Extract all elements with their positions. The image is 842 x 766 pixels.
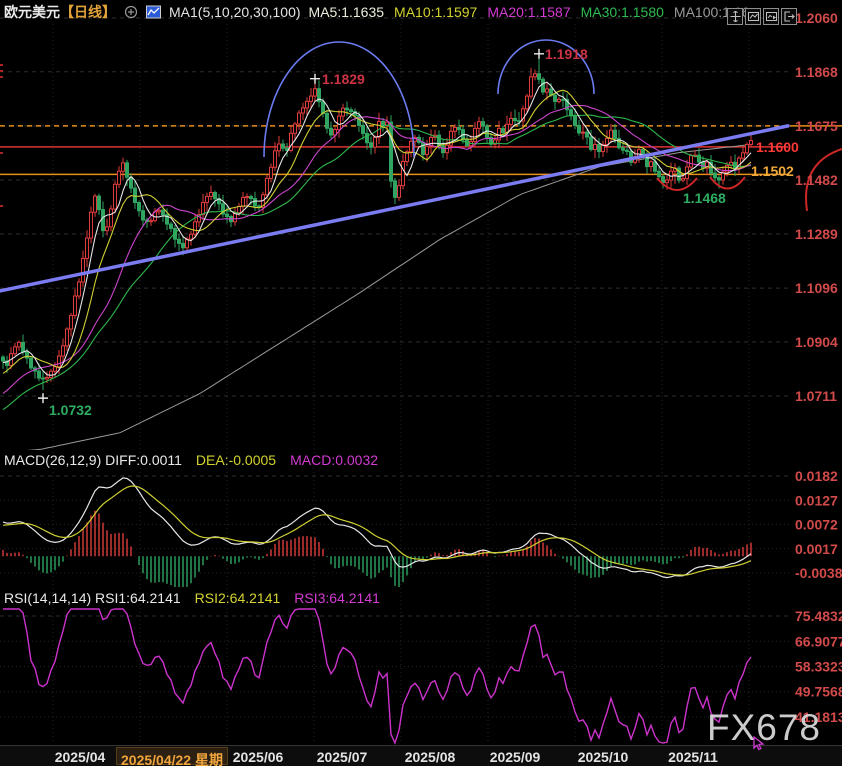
annotation-label: 1.1502 <box>751 163 794 179</box>
macd-axis-label: -0.0038 <box>795 565 842 581</box>
macd-axis-label: 0.0182 <box>795 468 838 484</box>
annotation-label: 1.0732 <box>49 402 92 418</box>
chart-window-icon[interactable] <box>745 8 761 25</box>
macd-axis-label: 0.0072 <box>795 517 838 533</box>
ma-value: MA20:1.1587 <box>487 4 570 20</box>
price-axis-label: 1.2060 <box>795 10 838 26</box>
time-label: 2025/07 <box>309 749 375 765</box>
time-label: 2025/08 <box>397 749 463 765</box>
ma-value: MA30:1.1580 <box>581 4 664 20</box>
macd-title-part: DEA:-0.0005 <box>196 452 276 468</box>
chart-type-icon[interactable] <box>146 5 161 19</box>
macd-axis-label: 0.0017 <box>795 541 838 557</box>
chart-header: 欧元美元【日线】 MA1(5,10,20,30,100) MA5:1.1635M… <box>4 2 749 22</box>
crosshair-move-icon[interactable] <box>727 8 743 25</box>
trading-chart-app: 1.1829 1.1918 1.0732 1.1468 1.1502 1.1600 1.20… <box>0 0 842 766</box>
price-axis-label: 1.0904 <box>795 334 838 350</box>
time-label: 2025/10 <box>570 749 636 765</box>
rsi-axis-label: 49.7568 <box>795 684 842 700</box>
price-axis-label: 1.0711 <box>795 388 837 404</box>
rsi-axis-label: 75.4832 <box>795 608 842 624</box>
annotation-label: 1.1600 <box>756 139 799 155</box>
time-label: 2025/11 <box>660 749 726 765</box>
candlestick-series[interactable] <box>2 58 753 390</box>
price-axis-label: 1.1482 <box>795 172 838 188</box>
left-edge-ticks <box>0 64 3 207</box>
price-axis-label: 1.1289 <box>795 226 838 242</box>
time-label: 2025/09 <box>482 749 548 765</box>
mouse-cursor <box>753 736 765 756</box>
time-label-selected: 2025/04/22 星期二 <box>116 747 228 765</box>
macd-axis-label: 0.0127 <box>795 492 838 508</box>
rsi-axis-label: 66.9077 <box>795 633 842 649</box>
time-label: 2025/06 <box>225 749 291 765</box>
macd-title-part: MACD:0.0032 <box>290 452 378 468</box>
ma-values: MA5:1.1635 MA10:1.1597 MA20:1.1587 MA30:1.1… <box>309 4 750 20</box>
macd-header: MACD(26,12,9) DIFF:0.0011 DEA:-0.0005 MACD… <box>4 452 378 468</box>
rsi-title-part: RSI2:64.2141 <box>195 590 281 606</box>
price-axis-label: 1.1096 <box>795 280 838 296</box>
rsi-title-part: RSI(14,14,14) RSI1:64.2141 <box>4 590 181 606</box>
chart-toolbar <box>727 8 797 25</box>
period-label: 【日线】 <box>60 4 116 20</box>
price-axis-label: 1.1675 <box>795 118 838 134</box>
candlestick-chart[interactable]: 1.1829 1.1918 1.0732 1.1468 1.1502 1.1600 1.20… <box>0 0 842 766</box>
ma-value: MA5:1.1635 <box>309 4 385 20</box>
trendline[interactable] <box>0 126 788 291</box>
symbol-name: 欧元美元 <box>4 4 60 20</box>
time-label: 2025/04 <box>47 749 113 765</box>
ma100-line <box>0 145 750 453</box>
rsi-title-part: RSI3:64.2141 <box>294 590 380 606</box>
macd-series <box>3 478 751 587</box>
rsi-header: RSI(14,14,14) RSI1:64.2141 RSI2:64.2141 RS… <box>4 590 380 606</box>
rsi-axis-label: 58.3323 <box>795 658 842 674</box>
ma-value: MA10:1.1597 <box>394 4 477 20</box>
annotation-label: 1.1468 <box>683 190 726 206</box>
rsi-line <box>3 609 751 743</box>
settings-plus-icon[interactable] <box>124 5 138 19</box>
ma-params-label: MA1(5,10,20,30,100) <box>169 4 301 20</box>
chart-play-icon[interactable] <box>763 8 779 25</box>
price-axis-label: 1.1868 <box>795 64 838 80</box>
extreme-plus-markers <box>38 49 544 403</box>
macd-title-part: MACD(26,12,9) DIFF:0.0011 <box>4 452 182 468</box>
annotation-label: 1.1829 <box>322 71 365 87</box>
exit-icon[interactable] <box>781 8 797 25</box>
annotation-label: 1.1918 <box>545 46 588 62</box>
